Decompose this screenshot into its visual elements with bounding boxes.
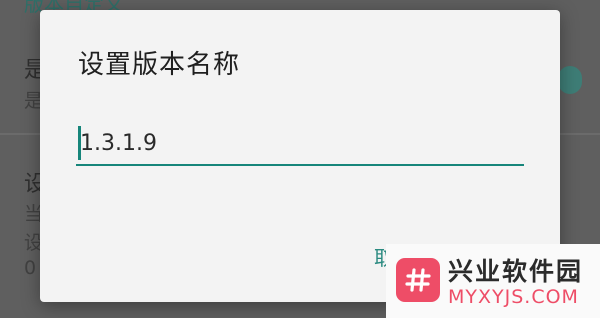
- hash-logo-icon: [396, 258, 440, 302]
- setting-toggle[interactable]: [558, 66, 582, 94]
- version-name-field[interactable]: [76, 122, 524, 168]
- watermark-name: 兴业软件园: [448, 257, 584, 286]
- version-name-input[interactable]: [76, 122, 524, 164]
- dialog-title: 设置版本名称: [78, 50, 241, 80]
- text-cursor: [78, 126, 81, 160]
- setting-row-subtitle: 0: [24, 257, 37, 279]
- input-underline: [76, 164, 524, 166]
- watermark: 兴业软件园 MYXYJS.COM: [386, 244, 600, 318]
- watermark-domain: MYXYJS.COM: [448, 286, 579, 308]
